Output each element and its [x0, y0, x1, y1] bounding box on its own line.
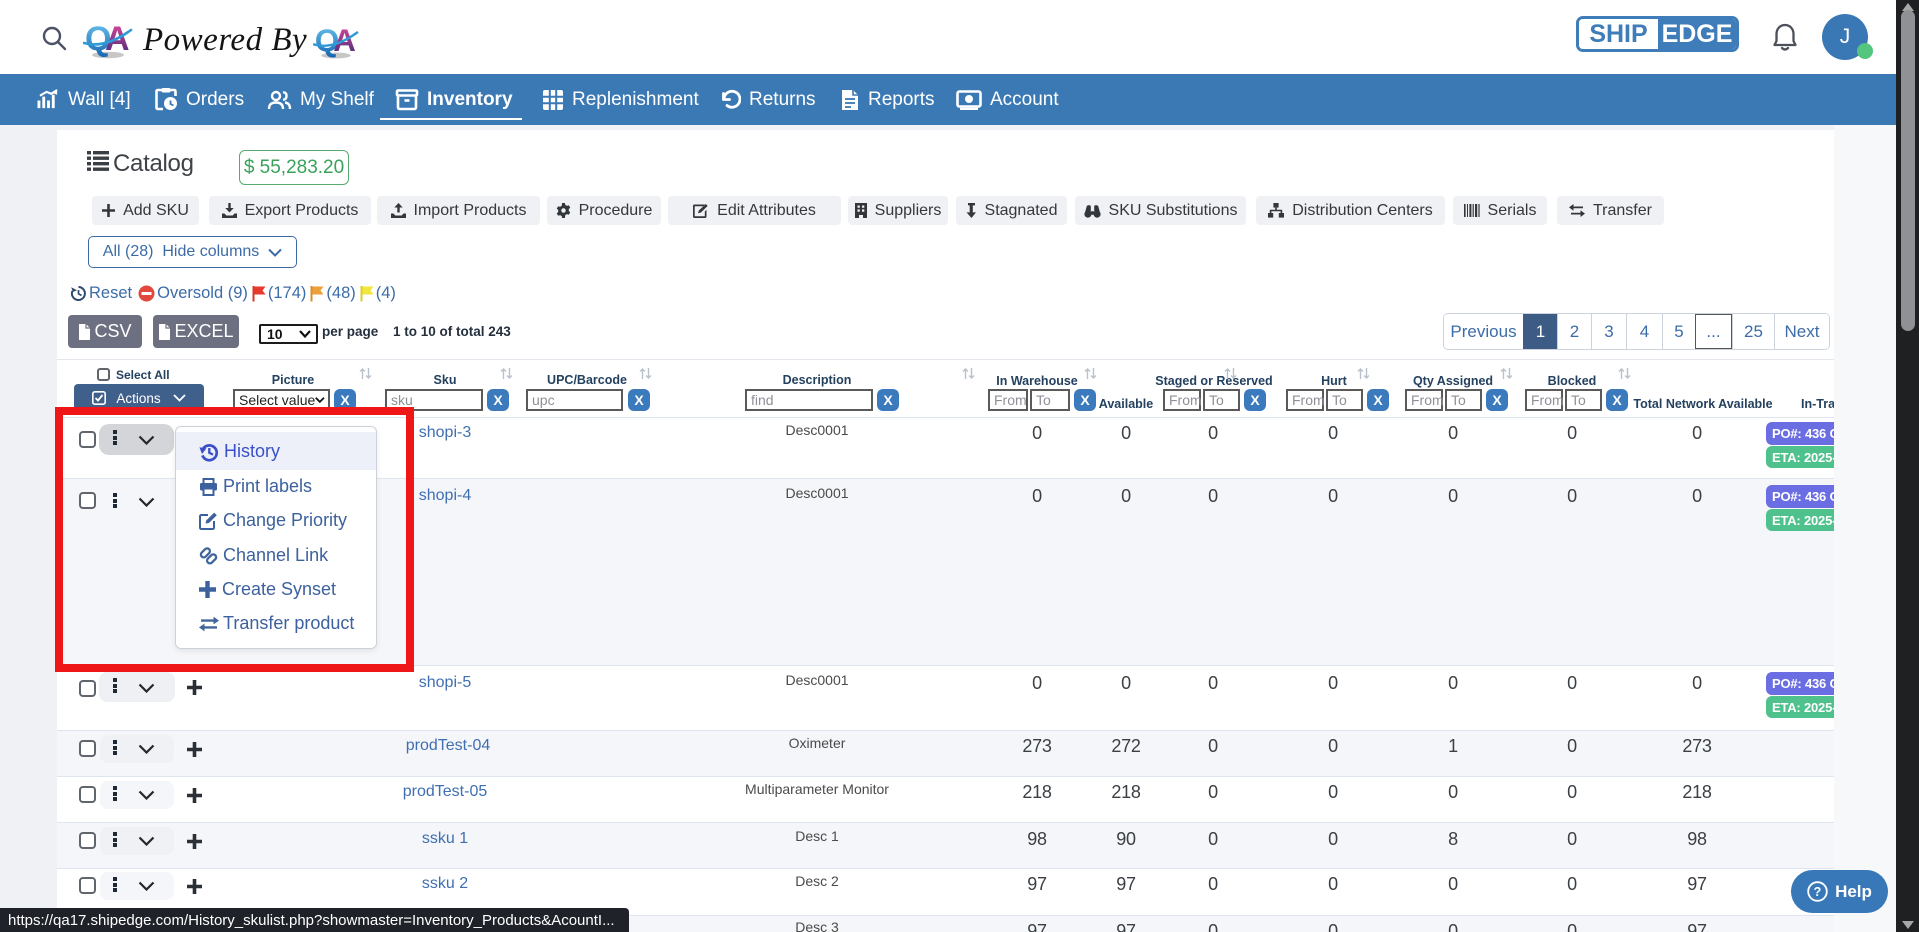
svg-text:?: ?	[1814, 885, 1822, 899]
